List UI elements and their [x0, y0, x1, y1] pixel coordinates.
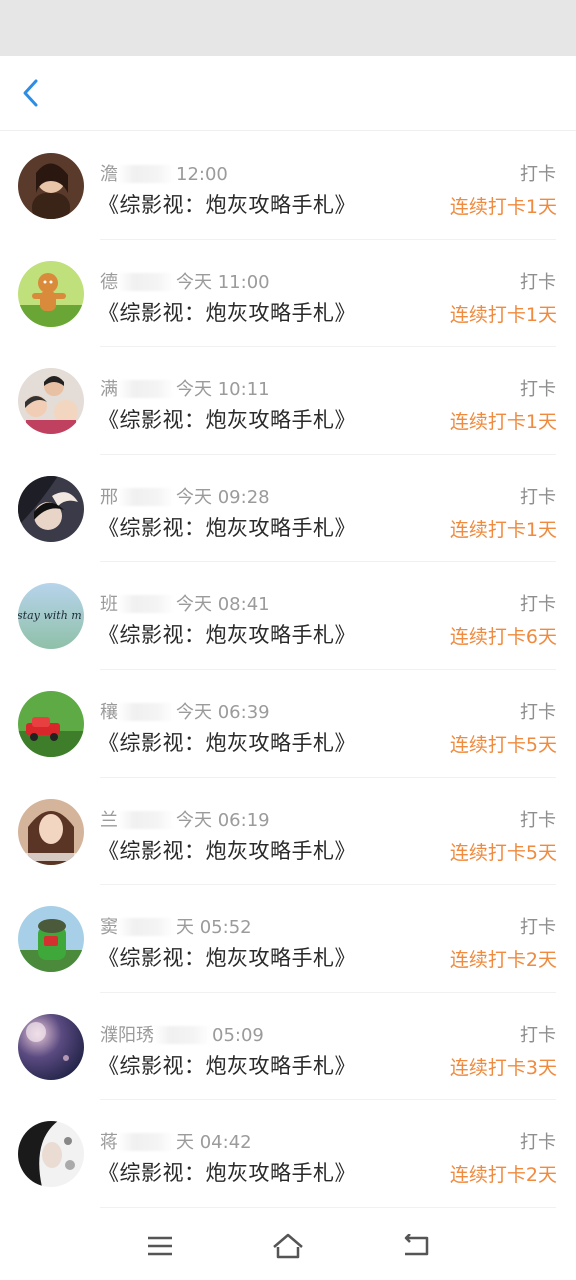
checkin-label: 打卡 — [520, 917, 556, 939]
user-name: 澹 12:00 — [100, 164, 228, 185]
user-name: 德今天 11:00 — [100, 271, 270, 293]
timestamp: 今天 09:28 — [176, 486, 270, 508]
book-title: 《综影视：炮灰攻略手札》 — [98, 623, 356, 648]
list-item[interactable]: 蒋天 04:42 《综影视：炮灰攻略手札》 打卡 连续打卡2天 — [0, 1100, 576, 1208]
book-title: 《综影视：炮灰攻略手札》 — [98, 838, 356, 863]
list-item[interactable]: 邢今天 09:28 《综影视：炮灰攻略手札》 打卡 连续打卡1天 — [0, 455, 576, 563]
avatar-caption: stay with m — [18, 609, 82, 622]
avatar[interactable] — [18, 1013, 84, 1080]
checkin-label: 打卡 — [520, 271, 556, 293]
list-item[interactable]: 澹 12:00 《综影视：炮灰攻略手札》 打卡 连续打卡1天 — [0, 132, 576, 240]
user-name: 兰今天 06:19 — [100, 809, 270, 831]
book-title: 《综影视：炮灰攻略手札》 — [98, 1161, 356, 1186]
checkin-label: 打卡 — [520, 701, 556, 723]
streak-label: 连续打卡2天 — [449, 949, 557, 972]
streak-label: 连续打卡1天 — [449, 303, 557, 326]
home-icon — [273, 1233, 303, 1259]
timestamp: 12:00 — [176, 164, 228, 185]
list-item[interactable]: 德今天 11:00 《综影视：炮灰攻略手札》 打卡 连续打卡1天 — [0, 240, 576, 348]
avatar[interactable] — [18, 475, 84, 542]
list-item[interactable]: 窦天 05:52 《综影视：炮灰攻略手札》 打卡 连续打卡2天 — [0, 885, 576, 993]
user-name: 窦天 05:52 — [100, 917, 252, 939]
top-bar — [0, 56, 576, 130]
user-name: 班今天 08:41 — [100, 594, 270, 616]
list-item[interactable]: 兰今天 06:19 《综影视：炮灰攻略手札》 打卡 连续打卡5天 — [0, 778, 576, 886]
timestamp: 今天 10:11 — [176, 379, 270, 401]
chevron-left-icon — [23, 79, 38, 107]
menu-icon — [148, 1236, 172, 1256]
user-name: 蒋天 04:42 — [100, 1132, 252, 1154]
avatar[interactable] — [18, 906, 84, 973]
timestamp: 今天 08:41 — [176, 594, 270, 616]
checkin-label: 打卡 — [520, 809, 556, 831]
avatar[interactable] — [18, 153, 84, 219]
avatar[interactable] — [18, 690, 84, 757]
return-button[interactable] — [398, 1228, 434, 1264]
streak-label: 连续打卡5天 — [449, 733, 557, 756]
status-strip — [0, 0, 576, 56]
timestamp: 天 04:42 — [176, 1132, 252, 1154]
list-item[interactable]: stay with m 班今天 08:41 《综影视：炮灰攻略手札》 打卡 连续… — [0, 562, 576, 670]
streak-label: 连续打卡3天 — [449, 1056, 557, 1079]
streak-label: 连续打卡2天 — [449, 1164, 557, 1187]
checkin-label: 打卡 — [520, 1024, 556, 1046]
timestamp: 今天 11:00 — [176, 271, 270, 293]
back-button[interactable] — [14, 76, 48, 110]
streak-label: 连续打卡1天 — [449, 518, 557, 541]
return-icon — [404, 1234, 429, 1256]
home-button[interactable] — [270, 1228, 306, 1264]
user-name: 穰今天 06:39 — [100, 701, 270, 723]
timestamp: 今天 06:39 — [176, 701, 270, 723]
streak-label: 连续打卡1天 — [449, 196, 557, 218]
checkin-label: 打卡 — [520, 379, 556, 401]
avatar[interactable] — [18, 798, 84, 865]
avatar[interactable] — [18, 368, 84, 435]
avatar[interactable] — [18, 1121, 84, 1188]
book-title: 《综影视：炮灰攻略手札》 — [98, 946, 356, 971]
book-title: 《综影视：炮灰攻略手札》 — [98, 515, 356, 540]
timestamp: 05:09 — [212, 1024, 264, 1046]
checkin-label: 打卡 — [520, 594, 556, 616]
user-name: 满今天 10:11 — [100, 379, 270, 401]
timestamp: 天 05:52 — [176, 917, 252, 939]
system-nav-bar — [0, 1208, 576, 1280]
book-title: 《综影视：炮灰攻略手札》 — [98, 730, 356, 755]
book-title: 《综影视：炮灰攻略手札》 — [98, 300, 356, 325]
list-item[interactable]: 满今天 10:11 《综影视：炮灰攻略手札》 打卡 连续打卡1天 — [0, 347, 576, 455]
checkin-label: 打卡 — [520, 164, 556, 185]
user-name: 邢今天 09:28 — [100, 486, 270, 508]
user-name: 濮阳琇 05:09 — [100, 1024, 264, 1046]
menu-button[interactable] — [142, 1228, 178, 1264]
book-title: 《综影视：炮灰攻略手札》 — [98, 408, 356, 433]
checkin-list: 澹 12:00 《综影视：炮灰攻略手札》 打卡 连续打卡1天 德今天 11:00 … — [0, 132, 576, 1208]
streak-label: 连续打卡1天 — [449, 411, 557, 434]
list-item[interactable]: 穰今天 06:39 《综影视：炮灰攻略手札》 打卡 连续打卡5天 — [0, 670, 576, 778]
checkin-label: 打卡 — [520, 1132, 556, 1154]
checkin-label: 打卡 — [520, 486, 556, 508]
streak-label: 连续打卡6天 — [449, 626, 557, 649]
list-item[interactable]: 濮阳琇 05:09 《综影视：炮灰攻略手札》 打卡 连续打卡3天 — [0, 993, 576, 1101]
book-title: 《综影视：炮灰攻略手札》 — [98, 193, 356, 217]
timestamp: 今天 06:19 — [176, 809, 270, 831]
avatar[interactable]: stay with m — [18, 583, 84, 650]
avatar[interactable] — [18, 260, 84, 327]
book-title: 《综影视：炮灰攻略手札》 — [98, 1053, 356, 1078]
streak-label: 连续打卡5天 — [449, 841, 557, 864]
